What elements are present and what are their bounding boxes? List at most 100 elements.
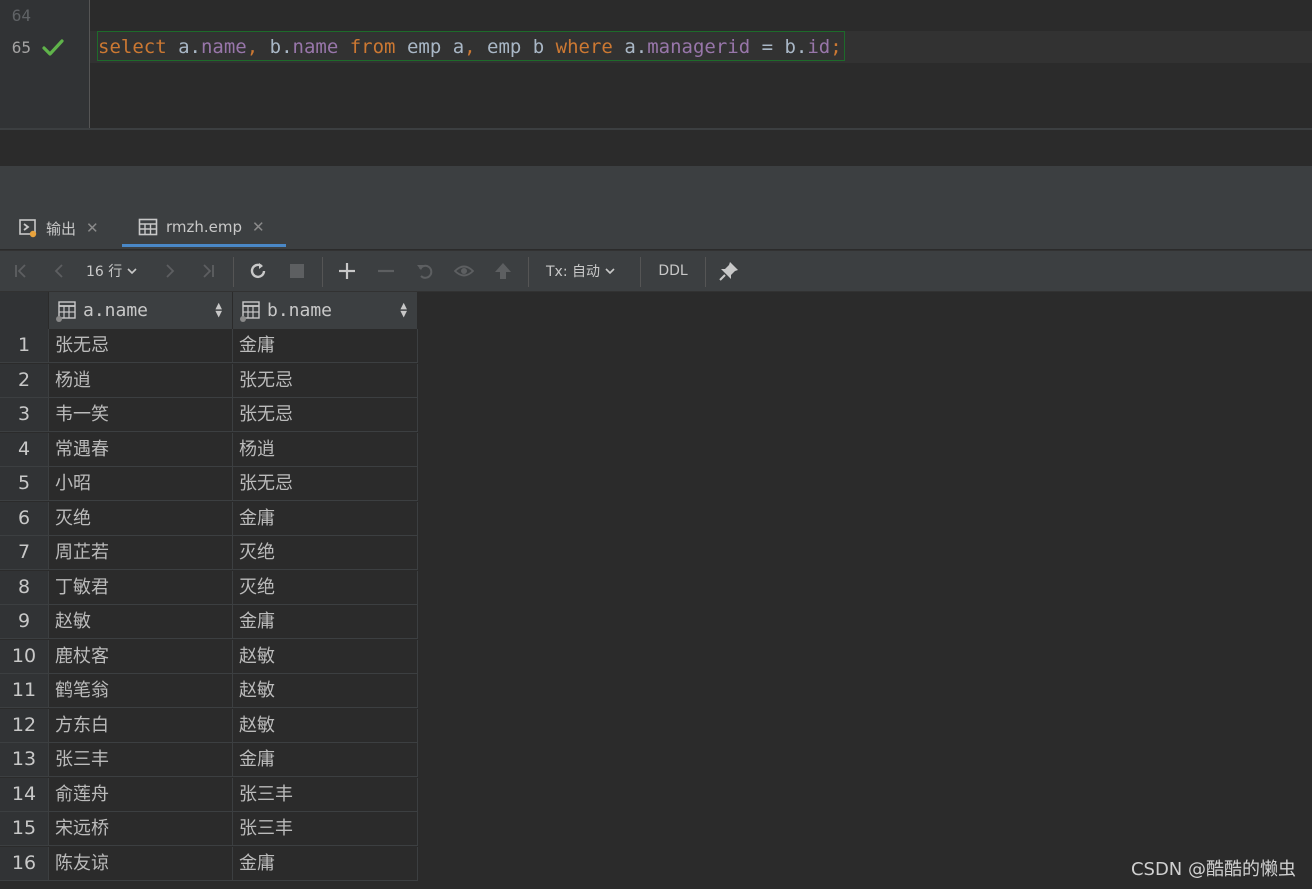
previous-page-icon[interactable] — [48, 259, 70, 283]
close-icon[interactable]: ✕ — [86, 219, 99, 237]
table-row[interactable]: 14 俞莲舟 张三丰 — [0, 777, 418, 812]
line-number: 64 — [11, 6, 31, 25]
row-count-dropdown[interactable]: 16 行 — [86, 259, 150, 283]
cell-a-name[interactable]: 鹤笔翁 — [49, 674, 233, 708]
delete-row-icon[interactable] — [374, 259, 398, 283]
row-number[interactable]: 14 — [0, 777, 49, 812]
row-number[interactable]: 7 — [0, 536, 49, 570]
sql-editor[interactable]: 64 65 select a.name, b.name from emp a, … — [0, 0, 1312, 128]
row-number[interactable]: 5 — [0, 467, 49, 501]
table-row[interactable]: 11 鹤笔翁 赵敏 — [0, 674, 418, 708]
refresh-icon[interactable] — [246, 259, 270, 283]
cell-a-name[interactable]: 宋远桥 — [49, 812, 233, 846]
cell-a-name[interactable]: 灭绝 — [49, 501, 233, 536]
sql-token: , — [464, 36, 476, 58]
column-header-b-name[interactable]: b.name ▲ ▼ — [233, 292, 418, 329]
row-number[interactable]: 12 — [0, 708, 49, 743]
cell-a-name[interactable]: 周芷若 — [49, 536, 233, 570]
cell-a-name[interactable]: 小昭 — [49, 467, 233, 501]
table-row[interactable]: 9 赵敏 金庸 — [0, 605, 418, 639]
stop-icon[interactable] — [285, 259, 309, 283]
row-number[interactable]: 13 — [0, 743, 49, 777]
cell-a-name[interactable]: 鹿杖客 — [49, 639, 233, 674]
column-icon — [56, 300, 76, 322]
table-row[interactable]: 13 张三丰 金庸 — [0, 743, 418, 777]
table-row[interactable]: 12 方东白 赵敏 — [0, 708, 418, 743]
cell-a-name[interactable]: 丁敏君 — [49, 570, 233, 605]
row-number[interactable]: 6 — [0, 501, 49, 536]
first-page-icon[interactable] — [10, 259, 32, 283]
cell-b-name[interactable]: 张无忌 — [233, 467, 418, 501]
cell-a-name[interactable]: 杨逍 — [49, 363, 233, 398]
table-row[interactable]: 7 周芷若 灭绝 — [0, 536, 418, 570]
row-number[interactable]: 4 — [0, 432, 49, 467]
table-row[interactable]: 4 常遇春 杨逍 — [0, 432, 418, 467]
table-row[interactable]: 8 丁敏君 灭绝 — [0, 570, 418, 605]
cell-b-name[interactable]: 金庸 — [233, 743, 418, 777]
preview-changes-icon[interactable] — [452, 259, 476, 283]
cell-a-name[interactable]: 韦一笑 — [49, 398, 233, 432]
submit-icon[interactable] — [491, 259, 515, 283]
row-number[interactable]: 1 — [0, 329, 49, 363]
cell-b-name[interactable]: 张三丰 — [233, 777, 418, 812]
column-header-a-name[interactable]: a.name ▲ ▼ — [49, 292, 233, 329]
row-number[interactable]: 16 — [0, 846, 49, 881]
sort-icon[interactable]: ▲ ▼ — [215, 300, 222, 319]
add-row-icon[interactable] — [335, 259, 359, 283]
cell-b-name[interactable]: 杨逍 — [233, 432, 418, 467]
cell-b-name[interactable]: 张无忌 — [233, 363, 418, 398]
toolbar-separator — [705, 257, 706, 287]
cell-b-name[interactable]: 赵敏 — [233, 674, 418, 708]
cell-b-name[interactable]: 赵敏 — [233, 708, 418, 743]
cell-a-name[interactable]: 陈友谅 — [49, 846, 233, 881]
table-row[interactable]: 3 韦一笑 张无忌 — [0, 398, 418, 432]
cell-b-name[interactable]: 灭绝 — [233, 570, 418, 605]
row-number[interactable]: 10 — [0, 639, 49, 674]
tab-output-label: 输出 — [46, 219, 77, 238]
cell-a-name[interactable]: 方东白 — [49, 708, 233, 743]
cell-a-name[interactable]: 张无忌 — [49, 329, 233, 363]
cell-a-name[interactable]: 常遇春 — [49, 432, 233, 467]
grid-corner[interactable] — [0, 292, 49, 329]
column-header-label: a.name — [83, 300, 149, 321]
cell-b-name[interactable]: 金庸 — [233, 329, 418, 363]
pin-icon[interactable] — [717, 259, 741, 283]
row-number[interactable]: 8 — [0, 570, 49, 605]
sort-icon[interactable]: ▲ ▼ — [400, 300, 407, 319]
cell-b-name[interactable]: 张无忌 — [233, 398, 418, 432]
revert-icon[interactable] — [413, 259, 437, 283]
table-row[interactable]: 15 宋远桥 张三丰 — [0, 812, 418, 846]
editor-gutter: 64 65 — [0, 0, 90, 128]
row-number[interactable]: 11 — [0, 674, 49, 708]
table-row[interactable]: 1 张无忌 金庸 — [0, 329, 418, 363]
cell-a-name[interactable]: 赵敏 — [49, 605, 233, 639]
cell-b-name[interactable]: 张三丰 — [233, 812, 418, 846]
row-number[interactable]: 2 — [0, 363, 49, 398]
last-page-icon[interactable] — [197, 259, 219, 283]
ddl-button[interactable]: DDL — [653, 259, 693, 283]
tab-output[interactable]: 输出 ✕ — [18, 209, 118, 247]
row-number[interactable]: 9 — [0, 605, 49, 639]
tab-rmzh-emp[interactable]: rmzh.emp ✕ — [122, 209, 286, 247]
table-row[interactable]: 16 陈友谅 金庸 — [0, 846, 418, 881]
cell-b-name[interactable]: 金庸 — [233, 605, 418, 639]
cell-b-name[interactable]: 金庸 — [233, 846, 418, 881]
close-icon[interactable]: ✕ — [252, 218, 265, 236]
row-number[interactable]: 3 — [0, 398, 49, 432]
sql-statement[interactable]: select a.name, b.name from emp a, emp b … — [97, 31, 845, 61]
cell-b-name[interactable]: 赵敏 — [233, 639, 418, 674]
cell-b-name[interactable]: 灭绝 — [233, 536, 418, 570]
table-row[interactable]: 2 杨逍 张无忌 — [0, 363, 418, 398]
sql-token: emp b — [475, 36, 556, 58]
sql-token: b. — [258, 36, 293, 58]
next-page-icon[interactable] — [159, 259, 181, 283]
cell-a-name[interactable]: 张三丰 — [49, 743, 233, 777]
table-row[interactable]: 6 灭绝 金庸 — [0, 501, 418, 536]
row-number[interactable]: 15 — [0, 812, 49, 846]
toolbar-separator — [528, 257, 529, 287]
table-row[interactable]: 5 小昭 张无忌 — [0, 467, 418, 501]
table-row[interactable]: 10 鹿杖客 赵敏 — [0, 639, 418, 674]
transaction-mode-dropdown[interactable]: Tx: 自动 — [546, 259, 626, 283]
cell-b-name[interactable]: 金庸 — [233, 501, 418, 536]
cell-a-name[interactable]: 俞莲舟 — [49, 777, 233, 812]
